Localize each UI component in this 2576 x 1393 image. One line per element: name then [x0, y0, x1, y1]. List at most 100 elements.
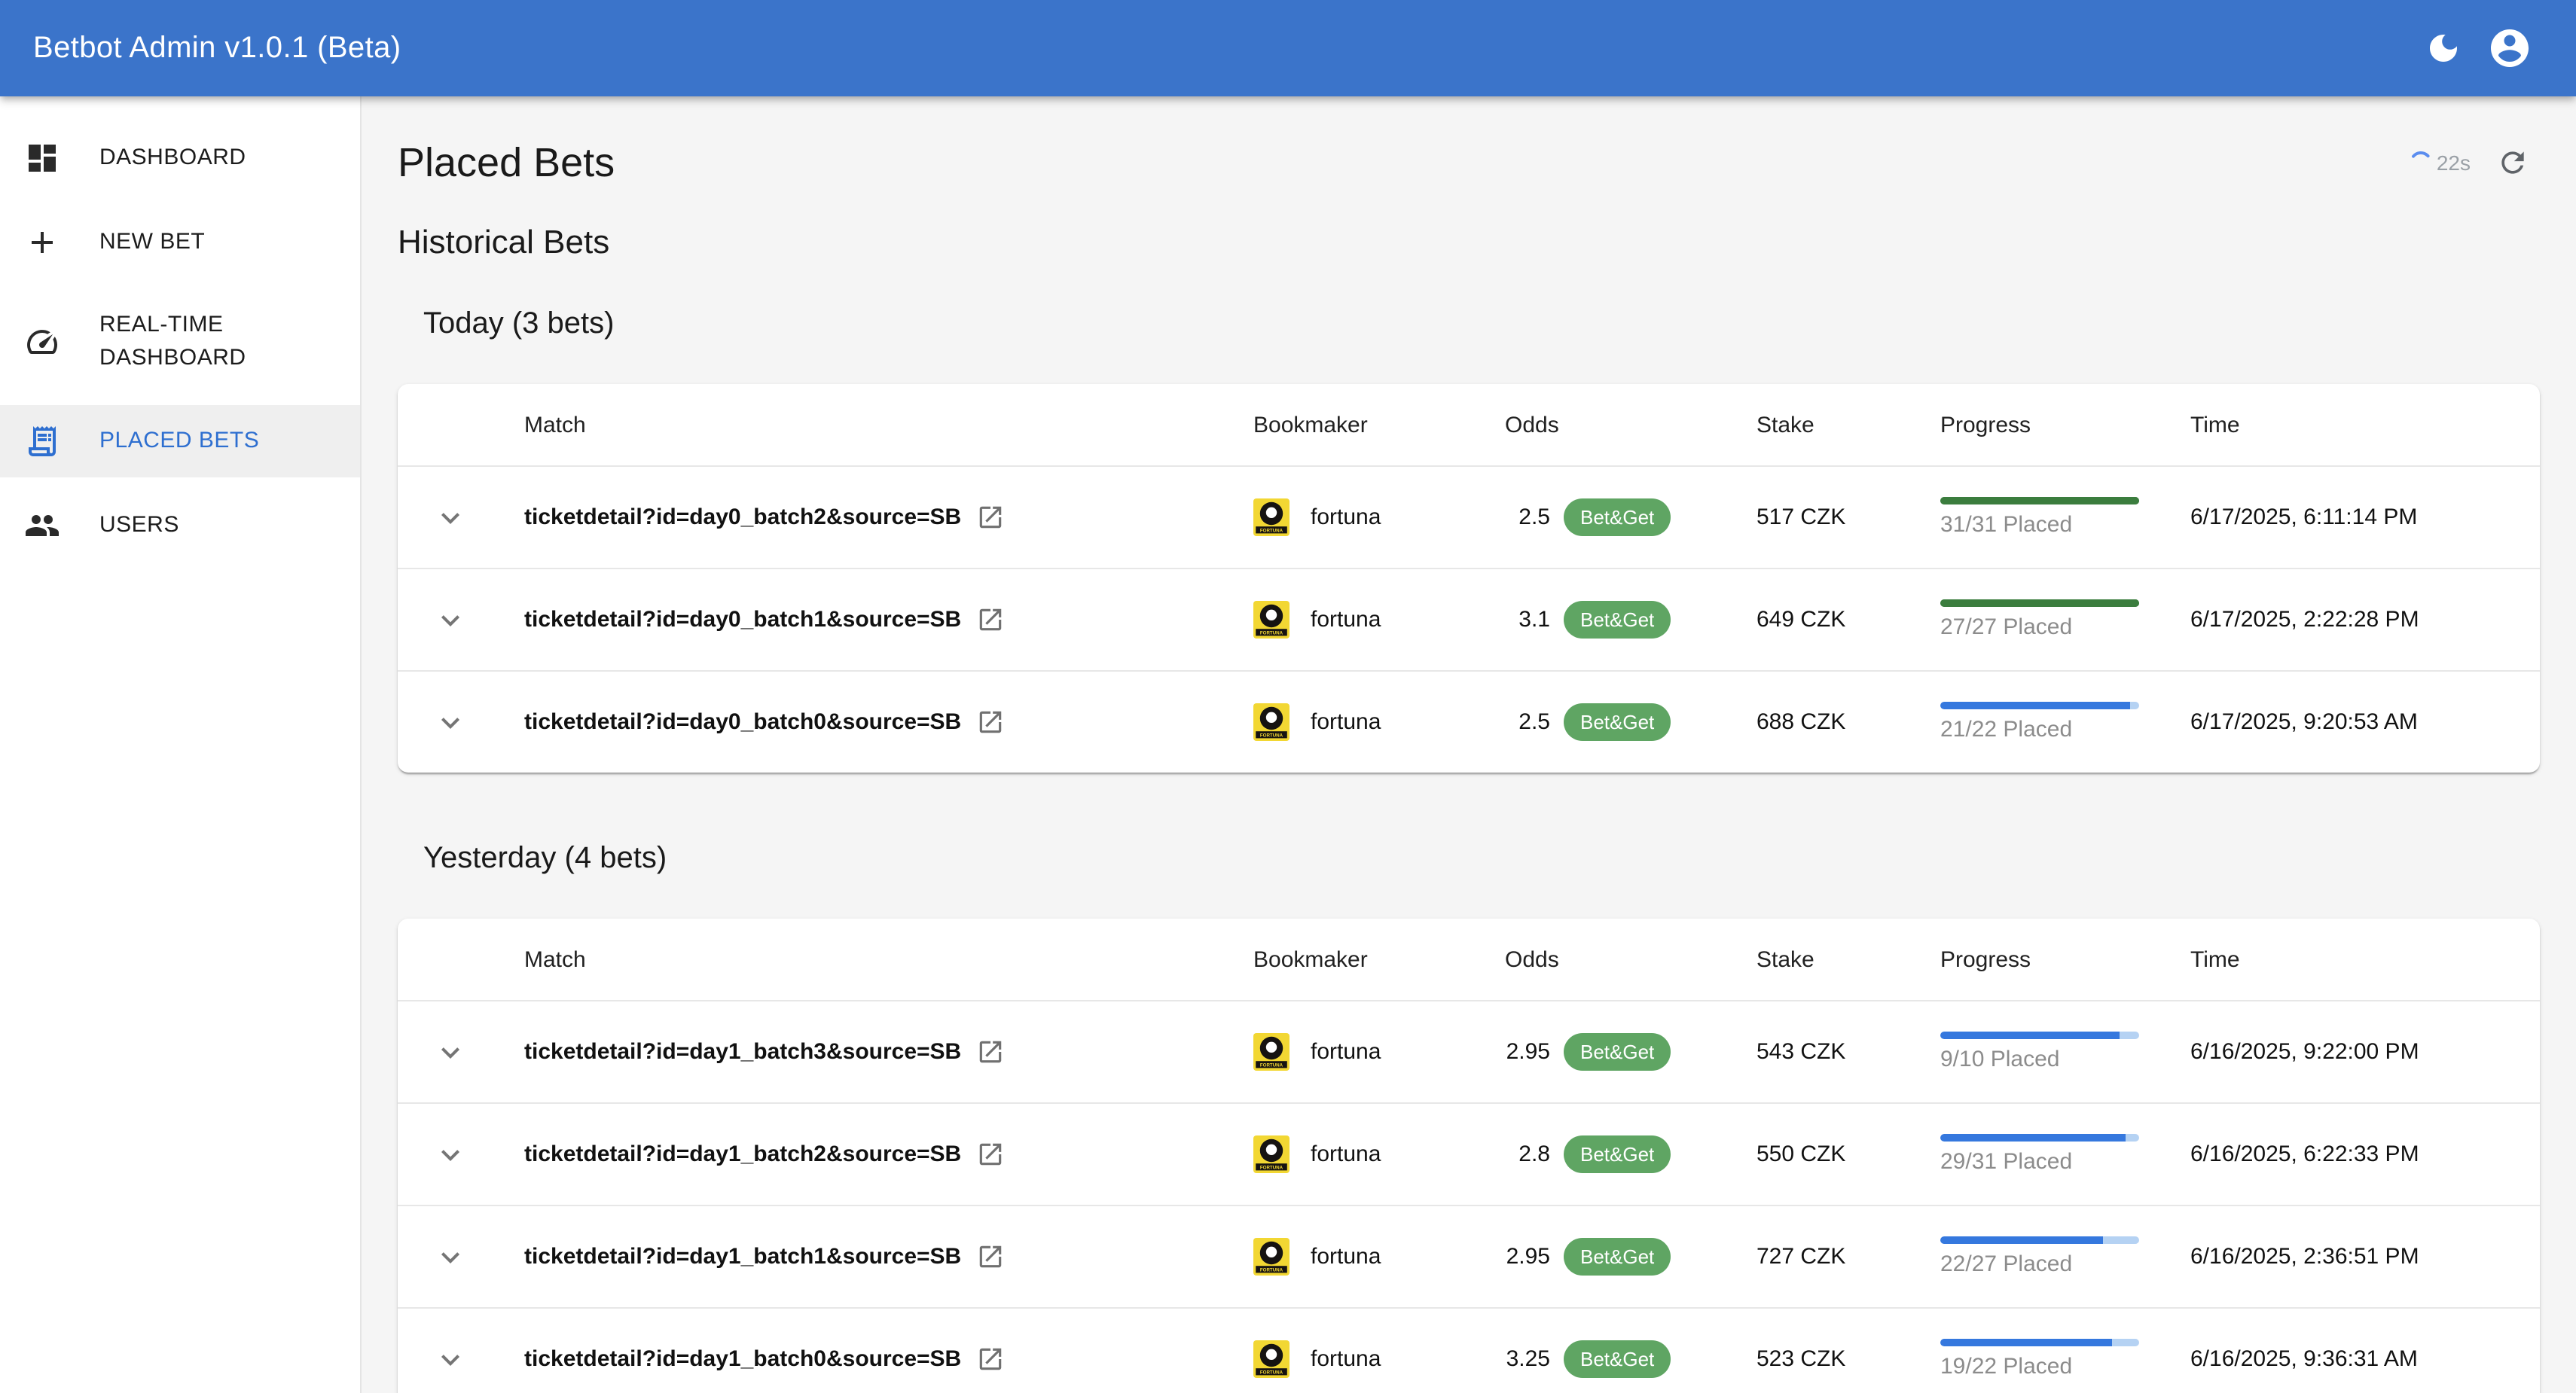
- stake-value: 649 CZK: [1757, 607, 1845, 632]
- odds-value: 2.5: [1505, 709, 1550, 735]
- odds-cell: 3.25 Bet&Get: [1505, 1340, 1757, 1378]
- expand-row-button[interactable]: [423, 1127, 478, 1181]
- stake-cell: 517 CZK: [1757, 504, 1940, 530]
- time-cell: 6/17/2025, 2:22:28 PM: [2190, 607, 2540, 632]
- odds-value: 2.8: [1505, 1142, 1550, 1167]
- odds-cell: 3.1 Bet&Get: [1505, 601, 1757, 639]
- expand-row-button[interactable]: [423, 695, 478, 749]
- open-ticket-button[interactable]: [976, 708, 1005, 736]
- match-link[interactable]: ticketdetail?id=day1_batch1&source=SB: [524, 1244, 961, 1270]
- bookmaker-name: fortuna: [1311, 607, 1381, 632]
- chevron-down-icon: [432, 602, 469, 638]
- open-ticket-button[interactable]: [976, 1242, 1005, 1271]
- progress-widget: 19/22 Placed: [1940, 1339, 2139, 1379]
- expand-cell: [398, 1332, 503, 1386]
- match-link[interactable]: ticketdetail?id=day1_batch3&source=SB: [524, 1039, 961, 1065]
- stake-cell: 523 CZK: [1757, 1346, 1940, 1372]
- section-heading: Today (3 bets): [423, 307, 2540, 342]
- stake-value: 550 CZK: [1757, 1142, 1845, 1167]
- match-cell: ticketdetail?id=day1_batch1&source=SB: [503, 1242, 1253, 1271]
- refresh-button[interactable]: [2486, 136, 2540, 190]
- expand-row-button[interactable]: [423, 1230, 478, 1284]
- column-header-stake: Stake: [1757, 412, 1940, 437]
- promo-badge: Bet&Get: [1564, 1033, 1671, 1071]
- progress-widget: 31/31 Placed: [1940, 497, 2139, 538]
- bookmaker-name: fortuna: [1311, 1244, 1381, 1270]
- match-cell: ticketdetail?id=day1_batch2&source=SB: [503, 1140, 1253, 1169]
- open-ticket-button[interactable]: [976, 1140, 1005, 1169]
- time-value: 6/16/2025, 6:22:33 PM: [2190, 1142, 2419, 1167]
- progress-widget: 22/27 Placed: [1940, 1236, 2139, 1277]
- progress-widget: 21/22 Placed: [1940, 702, 2139, 742]
- progress-cell: 31/31 Placed: [1940, 497, 2190, 538]
- chevron-down-icon: [432, 1136, 469, 1172]
- time-value: 6/17/2025, 6:11:14 PM: [2190, 504, 2417, 530]
- match-cell: ticketdetail?id=day0_batch1&source=SB: [503, 605, 1253, 634]
- column-header-odds: Odds: [1505, 946, 1757, 972]
- open-ticket-button[interactable]: [976, 503, 1005, 532]
- moon-icon: [2425, 30, 2462, 66]
- match-link[interactable]: ticketdetail?id=day1_batch2&source=SB: [524, 1142, 961, 1167]
- stake-cell: 550 CZK: [1757, 1142, 1940, 1167]
- bookmaker-name: fortuna: [1311, 1142, 1381, 1167]
- svg-text:FORTUNA: FORTUNA: [1260, 529, 1283, 534]
- svg-text:FORTUNA: FORTUNA: [1260, 1063, 1283, 1068]
- table-header-row: Match Bookmaker Odds Stake Progress Time: [398, 384, 2540, 465]
- countdown-seconds: 22s: [2437, 151, 2471, 175]
- progress-bar: [1940, 1134, 2139, 1142]
- promo-badge: Bet&Get: [1564, 1238, 1671, 1276]
- bet-row: ticketdetail?id=day1_batch1&source=SB FO…: [398, 1205, 2540, 1307]
- match-link[interactable]: ticketdetail?id=day0_batch2&source=SB: [524, 504, 961, 530]
- plus-icon: [24, 224, 60, 261]
- match-cell: ticketdetail?id=day0_batch0&source=SB: [503, 708, 1253, 736]
- sidebar-item-dashboard[interactable]: DASHBOARD: [0, 122, 360, 194]
- svg-text:FORTUNA: FORTUNA: [1260, 1166, 1283, 1171]
- page-title: Placed Bets: [398, 139, 615, 186]
- sidebar-item-new-bet[interactable]: NEW BET: [0, 206, 360, 279]
- bookmaker-name: fortuna: [1311, 504, 1381, 530]
- progress-widget: 27/27 Placed: [1940, 599, 2139, 640]
- progress-bar-fill: [1940, 1134, 2126, 1142]
- expand-row-button[interactable]: [423, 490, 478, 544]
- progress-bar: [1940, 497, 2139, 504]
- column-header-progress: Progress: [1940, 412, 2190, 437]
- expand-row-button[interactable]: [423, 1025, 478, 1079]
- progress-widget: 9/10 Placed: [1940, 1032, 2139, 1072]
- bookmaker-name: fortuna: [1311, 709, 1381, 735]
- refresh-countdown: 22s: [2410, 151, 2471, 175]
- time-cell: 6/16/2025, 9:22:00 PM: [2190, 1039, 2540, 1065]
- odds-cell: 2.5 Bet&Get: [1505, 703, 1757, 741]
- promo-badge: Bet&Get: [1564, 1135, 1671, 1173]
- expand-row-button[interactable]: [423, 1332, 478, 1386]
- match-link[interactable]: ticketdetail?id=day1_batch0&source=SB: [524, 1346, 961, 1372]
- odds-cell: 2.5 Bet&Get: [1505, 498, 1757, 536]
- match-link[interactable]: ticketdetail?id=day0_batch1&source=SB: [524, 607, 961, 632]
- open-ticket-button[interactable]: [976, 1038, 1005, 1066]
- promo-badge: Bet&Get: [1564, 1340, 1671, 1378]
- chevron-down-icon: [432, 499, 469, 535]
- stake-cell: 649 CZK: [1757, 607, 1940, 632]
- column-header-bookmaker: Bookmaker: [1253, 412, 1505, 437]
- sidebar-item-users[interactable]: USERS: [0, 489, 360, 562]
- column-header-time: Time: [2190, 412, 2540, 437]
- expand-cell: [398, 593, 503, 647]
- odds-cell: 2.95 Bet&Get: [1505, 1238, 1757, 1276]
- sidebar-item-label: NEW BET: [99, 226, 205, 259]
- sidebar-item-placed-bets[interactable]: PLACED BETS: [0, 405, 360, 477]
- column-header-time: Time: [2190, 946, 2540, 972]
- open-ticket-button[interactable]: [976, 1345, 1005, 1373]
- table-header-row: Match Bookmaker Odds Stake Progress Time: [398, 919, 2540, 1000]
- match-link[interactable]: ticketdetail?id=day0_batch0&source=SB: [524, 709, 961, 735]
- account-button[interactable]: [2477, 15, 2543, 81]
- expand-row-button[interactable]: [423, 593, 478, 647]
- open-in-new-icon: [976, 1140, 1005, 1169]
- sidebar: DASHBOARD NEW BET REAL-TIME DASHBOARD PLACE…: [0, 96, 362, 1393]
- fortuna-logo-icon: FORTUNA: [1253, 601, 1290, 639]
- bet-row: ticketdetail?id=day1_batch3&source=SB FO…: [398, 1000, 2540, 1102]
- open-ticket-button[interactable]: [976, 605, 1005, 634]
- dark-mode-toggle[interactable]: [2410, 15, 2477, 81]
- open-in-new-icon: [976, 605, 1005, 634]
- bookmaker-name: fortuna: [1311, 1346, 1381, 1372]
- sidebar-item-real-time-dashboard[interactable]: REAL-TIME DASHBOARD: [0, 291, 360, 393]
- progress-bar: [1940, 1032, 2139, 1039]
